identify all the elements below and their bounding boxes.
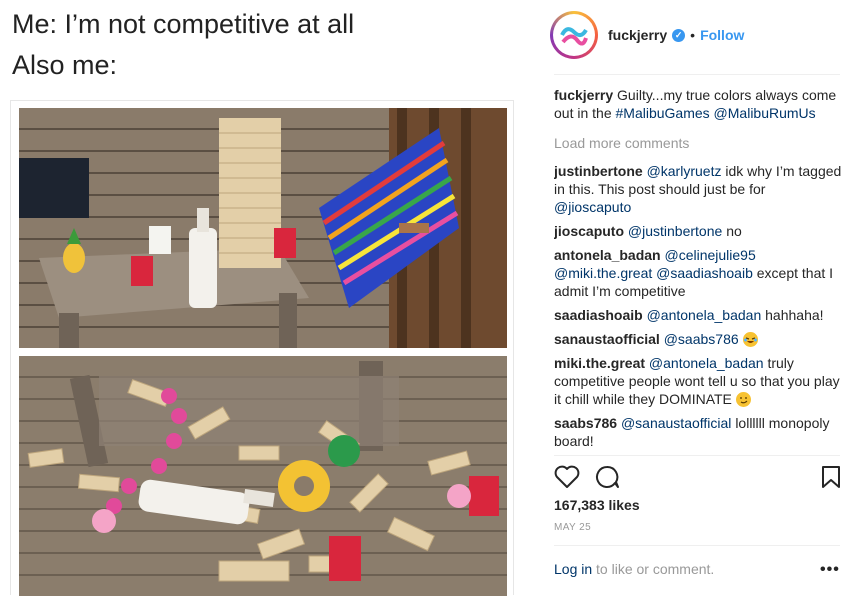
avatar-image xyxy=(553,14,595,56)
heart-icon[interactable] xyxy=(554,465,580,494)
caption-mention[interactable]: @MalibuRumUs xyxy=(714,105,816,121)
more-options-button[interactable]: ••• xyxy=(820,561,840,579)
comment-username[interactable]: sanaustaofficial xyxy=(554,331,660,347)
caption-hashtag[interactable]: #MalibuGames xyxy=(616,105,710,121)
comment-mention[interactable]: @celinejulie95 xyxy=(664,247,755,263)
comment-bubble-icon[interactable] xyxy=(594,465,620,494)
avatar-logo-icon xyxy=(560,27,588,46)
actions-divider xyxy=(554,455,840,456)
post-caption: fuckjerry Guilty...my true colors always… xyxy=(554,86,844,122)
bookmark-icon[interactable] xyxy=(820,465,842,494)
caption-username[interactable]: fuckjerry xyxy=(554,87,613,103)
comment-mention[interactable]: @antonela_badan xyxy=(647,307,762,323)
photo-jenga-standing xyxy=(19,108,507,348)
comment-item: antonela_badan @celinejulie95 @miki.the.… xyxy=(554,246,844,300)
comment-mention[interactable]: @jioscaputo xyxy=(554,199,631,215)
comment-username[interactable]: saabs786 xyxy=(554,415,617,431)
comment-item: saabs786 @sanaustaofficial lollllll mono… xyxy=(554,414,844,450)
likes-count[interactable]: 167,383 likes xyxy=(554,497,640,513)
laughing-face-icon xyxy=(742,332,758,347)
comment-mention[interactable]: @justinbertone xyxy=(628,223,722,239)
comment-mention[interactable]: @sanaustaofficial xyxy=(621,415,731,431)
meme-line-1: Me: I’m not competitive at all xyxy=(12,9,355,39)
login-link[interactable]: Log in xyxy=(554,561,592,577)
comment-username[interactable]: saadiashoaib xyxy=(554,307,643,323)
post-actions xyxy=(554,463,844,491)
comment-item: jioscaputo @justinbertone no xyxy=(554,222,844,240)
comment-text: no xyxy=(726,223,742,239)
comment-mention[interactable]: @saabs786 xyxy=(664,331,739,347)
comments-list[interactable]: fuckjerry Guilty...my true colors always… xyxy=(554,86,844,453)
comment-text: hahhaha! xyxy=(765,307,824,323)
meme-line-2: Also me: xyxy=(12,50,118,80)
post-header: fuckjerry ✓ • Follow xyxy=(550,10,840,60)
comment-mention[interactable]: @antonela_badan xyxy=(649,355,764,371)
footer-divider xyxy=(554,545,840,546)
comment-mention[interactable]: @karlyruetz xyxy=(647,163,722,179)
comment-mention[interactable]: @saadiashoaib xyxy=(656,265,753,281)
comment-mention[interactable]: @miki.the.great xyxy=(554,265,652,281)
header-divider xyxy=(554,74,840,75)
comment-username[interactable]: miki.the.great xyxy=(554,355,645,371)
post-date: MAY 25 xyxy=(554,522,592,533)
comment-item: saadiashoaib @antonela_badan hahhaha! xyxy=(554,306,844,324)
follow-button[interactable]: Follow xyxy=(700,27,744,43)
comment-username[interactable]: antonela_badan xyxy=(554,247,661,263)
comment-username[interactable]: jioscaputo xyxy=(554,223,624,239)
avatar[interactable] xyxy=(550,11,598,59)
comment-item: miki.the.great @antonela_badan truly com… xyxy=(554,354,844,408)
comment-username[interactable]: justinbertone xyxy=(554,163,643,179)
login-prompt-text: to like or comment. xyxy=(592,561,715,577)
post-author-username[interactable]: fuckjerry xyxy=(608,27,667,43)
comment-item: justinbertone @karlyruetz idk why I’m ta… xyxy=(554,162,844,216)
comment-item: sanaustaofficial @saabs786 xyxy=(554,330,844,348)
photo-jenga-collapsed xyxy=(19,356,507,596)
login-prompt: Log in to like or comment. xyxy=(554,561,714,577)
load-more-comments-button[interactable]: Load more comments xyxy=(554,134,844,152)
smirk-face-icon xyxy=(735,392,751,407)
verified-badge-icon: ✓ xyxy=(672,28,686,42)
separator-dot: • xyxy=(690,27,696,43)
meme-caption: Me: I’m not competitive at all Also me: xyxy=(12,4,532,86)
meme-image-frame xyxy=(10,100,514,596)
